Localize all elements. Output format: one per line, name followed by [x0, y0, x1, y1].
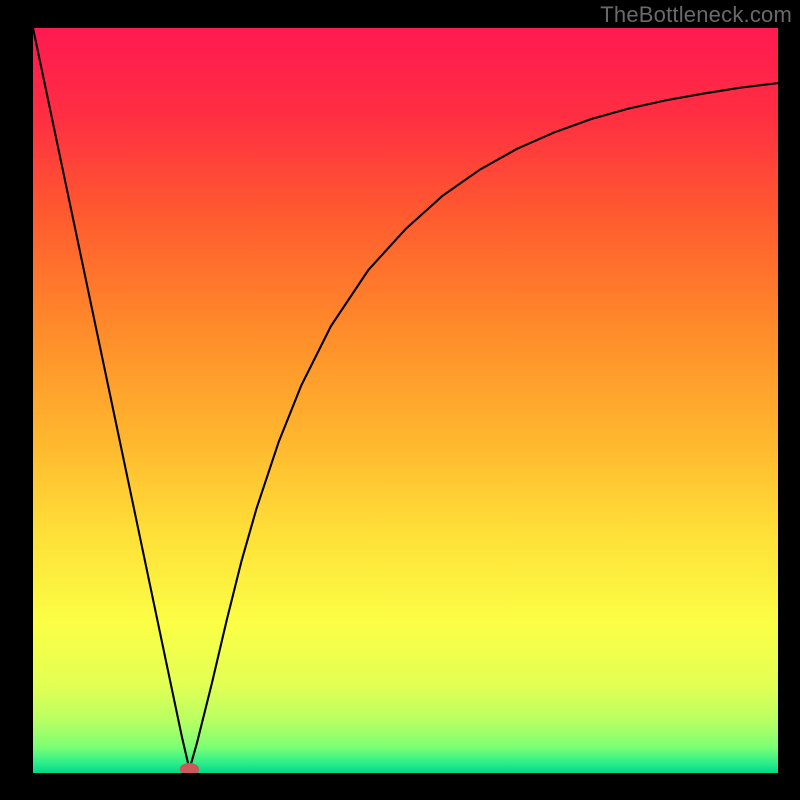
- chart-frame: TheBottleneck.com: [0, 0, 800, 800]
- watermark-text: TheBottleneck.com: [600, 2, 792, 28]
- plot-background: [33, 28, 778, 773]
- bottleneck-chart: [33, 28, 778, 773]
